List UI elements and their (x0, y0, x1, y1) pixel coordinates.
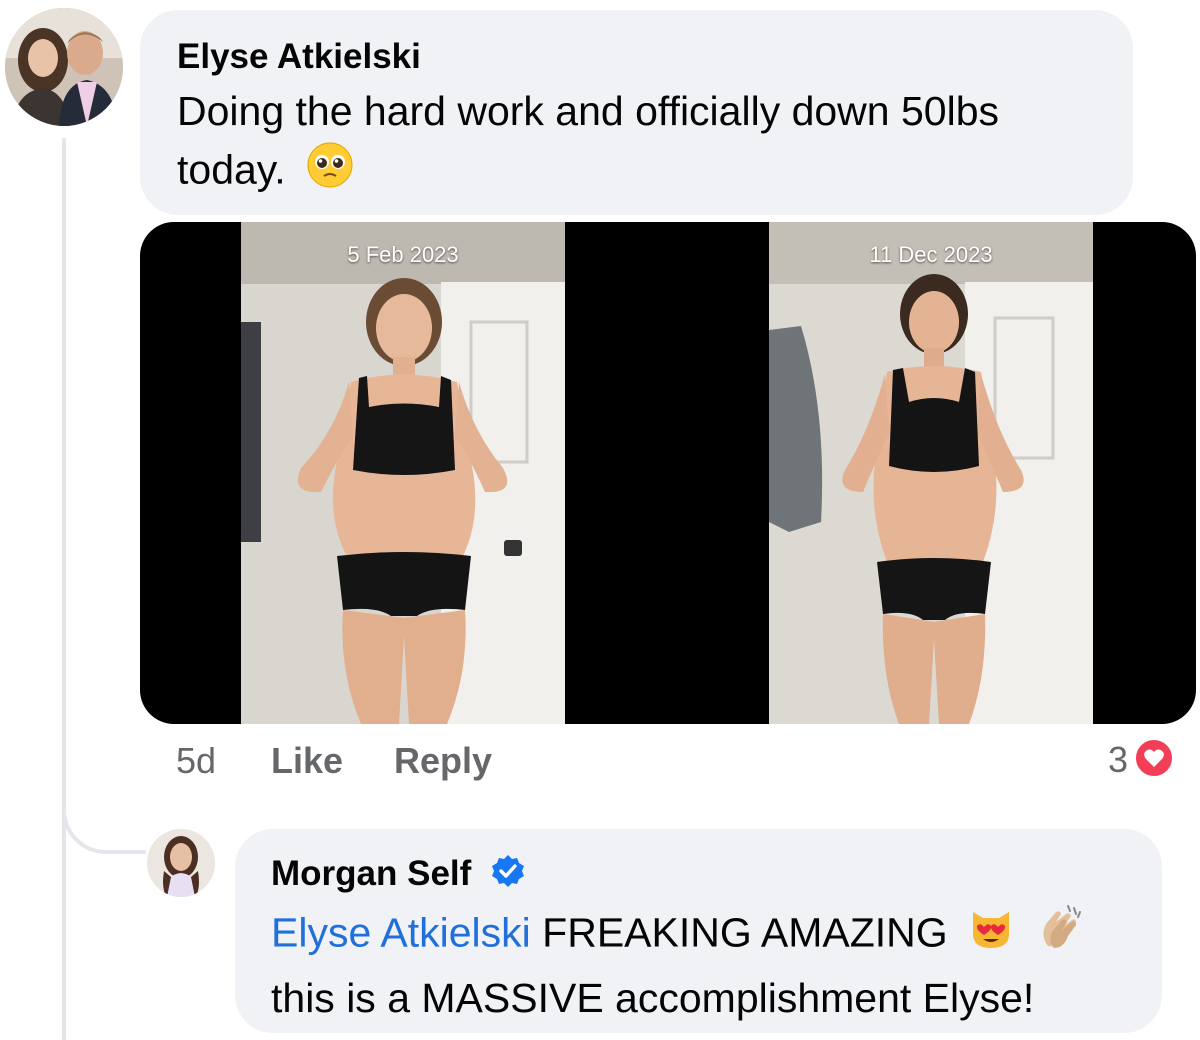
after-date: 11 Dec 2023 (869, 242, 993, 267)
thread-line (62, 138, 66, 1040)
reply-text: Elyse Atkielski FREAKING AMAZING this is… (271, 902, 1162, 1027)
comment-photo[interactable]: 5 Feb 2023 11 Dec 2023 (140, 222, 1196, 724)
like-button[interactable]: Like (271, 740, 343, 782)
comment-author[interactable]: Elyse Atkielski (177, 36, 1133, 78)
reply-text-line1: FREAKING AMAZING (542, 909, 948, 956)
comment-text: Doing the hard work and officially down … (177, 82, 1133, 205)
before-photo-panel: 5 Feb 2023 (241, 222, 565, 724)
after-photo-panel: 11 Dec 2023 (769, 222, 1093, 724)
reply-text-line2: this is a MASSIVE accomplishment Elyse! (271, 974, 1035, 1021)
pleading-face-icon (305, 140, 355, 205)
after-photo (769, 222, 1093, 724)
reaction-summary[interactable]: 3 (1108, 737, 1175, 783)
heart-eyes-cat-icon (967, 904, 1015, 967)
verified-badge-icon (491, 854, 525, 898)
thread-connector (62, 780, 146, 854)
reply-author[interactable]: Morgan Self (271, 854, 471, 893)
avatar-photo (5, 8, 123, 126)
reply-button[interactable]: Reply (394, 740, 492, 782)
avatar-photo (147, 829, 215, 897)
comment-text-line1: Doing the hard work and officially down … (177, 88, 1000, 134)
commenter-avatar[interactable] (5, 8, 123, 126)
reply-bubble: Morgan Self Elyse Atkielski FREAKING AMA… (235, 829, 1162, 1033)
before-date: 5 Feb 2023 (347, 242, 459, 267)
comment-timestamp[interactable]: 5d (176, 740, 216, 782)
before-photo (241, 222, 565, 724)
clapping-hands-icon (1034, 902, 1086, 969)
mention-link[interactable]: Elyse Atkielski (271, 909, 531, 955)
replier-avatar[interactable] (147, 829, 215, 897)
love-reaction-icon (1134, 737, 1175, 783)
reaction-count: 3 (1108, 739, 1129, 780)
reply-author-row: Morgan Self (271, 853, 1162, 898)
comment-bubble: Elyse Atkielski Doing the hard work and … (140, 10, 1133, 215)
comment-text-line2: today. (177, 146, 286, 193)
